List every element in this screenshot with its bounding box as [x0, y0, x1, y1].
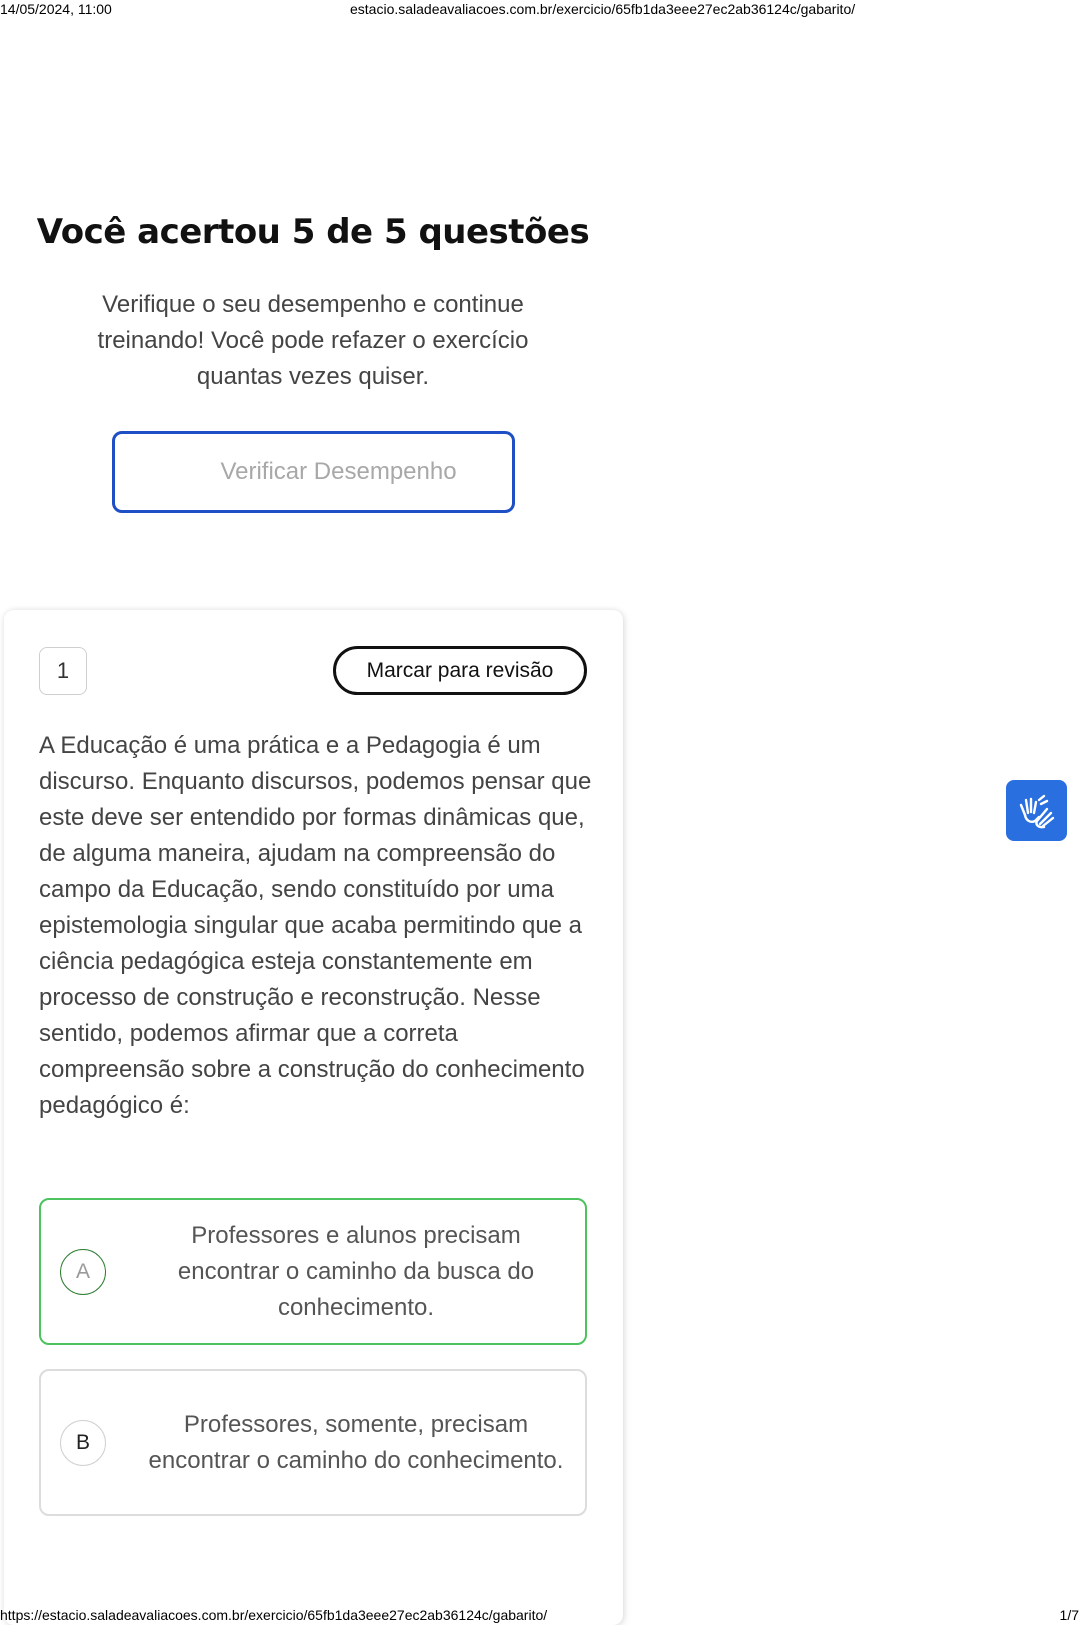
- print-footer-url: https://estacio.saladeavaliacoes.com.br/…: [0, 1607, 548, 1623]
- print-header: 14/05/2024, 11:00 estacio.saladeavaliaco…: [0, 0, 1087, 18]
- result-subtitle: Verifique o seu desempenho e continue tr…: [97, 291, 529, 390]
- option-letter: A: [60, 1248, 106, 1295]
- option-letter: B: [60, 1419, 106, 1466]
- option-text: Professores e alunos precisam encontrar …: [177, 1221, 535, 1321]
- option-a[interactable]: A Professores e alunos precisam encontra…: [39, 1198, 587, 1345]
- result-title: Você acertou 5 de 5 questões: [36, 212, 590, 252]
- question-number: 1: [39, 647, 87, 695]
- option-b[interactable]: B Professores, somente, precisam encontr…: [39, 1369, 587, 1516]
- page-counter: 1/7: [1059, 1607, 1079, 1623]
- sign-language-button[interactable]: [1006, 780, 1067, 841]
- sign-language-hands-icon: [1019, 794, 1054, 828]
- page: 14/05/2024, 11:00 estacio.saladeavaliaco…: [0, 0, 1087, 1625]
- mark-for-review-button[interactable]: Marcar para revisão: [333, 646, 587, 695]
- verify-performance-button[interactable]: Verificar Desempenho: [112, 431, 515, 513]
- print-url: estacio.saladeavaliacoes.com.br/exercici…: [350, 1, 856, 17]
- option-text: Professores, somente, precisam encontrar…: [148, 1410, 564, 1474]
- question-text: A Educação é uma prática e a Pedagogia é…: [39, 732, 592, 1119]
- print-footer: https://estacio.saladeavaliacoes.com.br/…: [0, 1606, 1087, 1624]
- print-datetime: 14/05/2024, 11:00: [0, 1, 112, 17]
